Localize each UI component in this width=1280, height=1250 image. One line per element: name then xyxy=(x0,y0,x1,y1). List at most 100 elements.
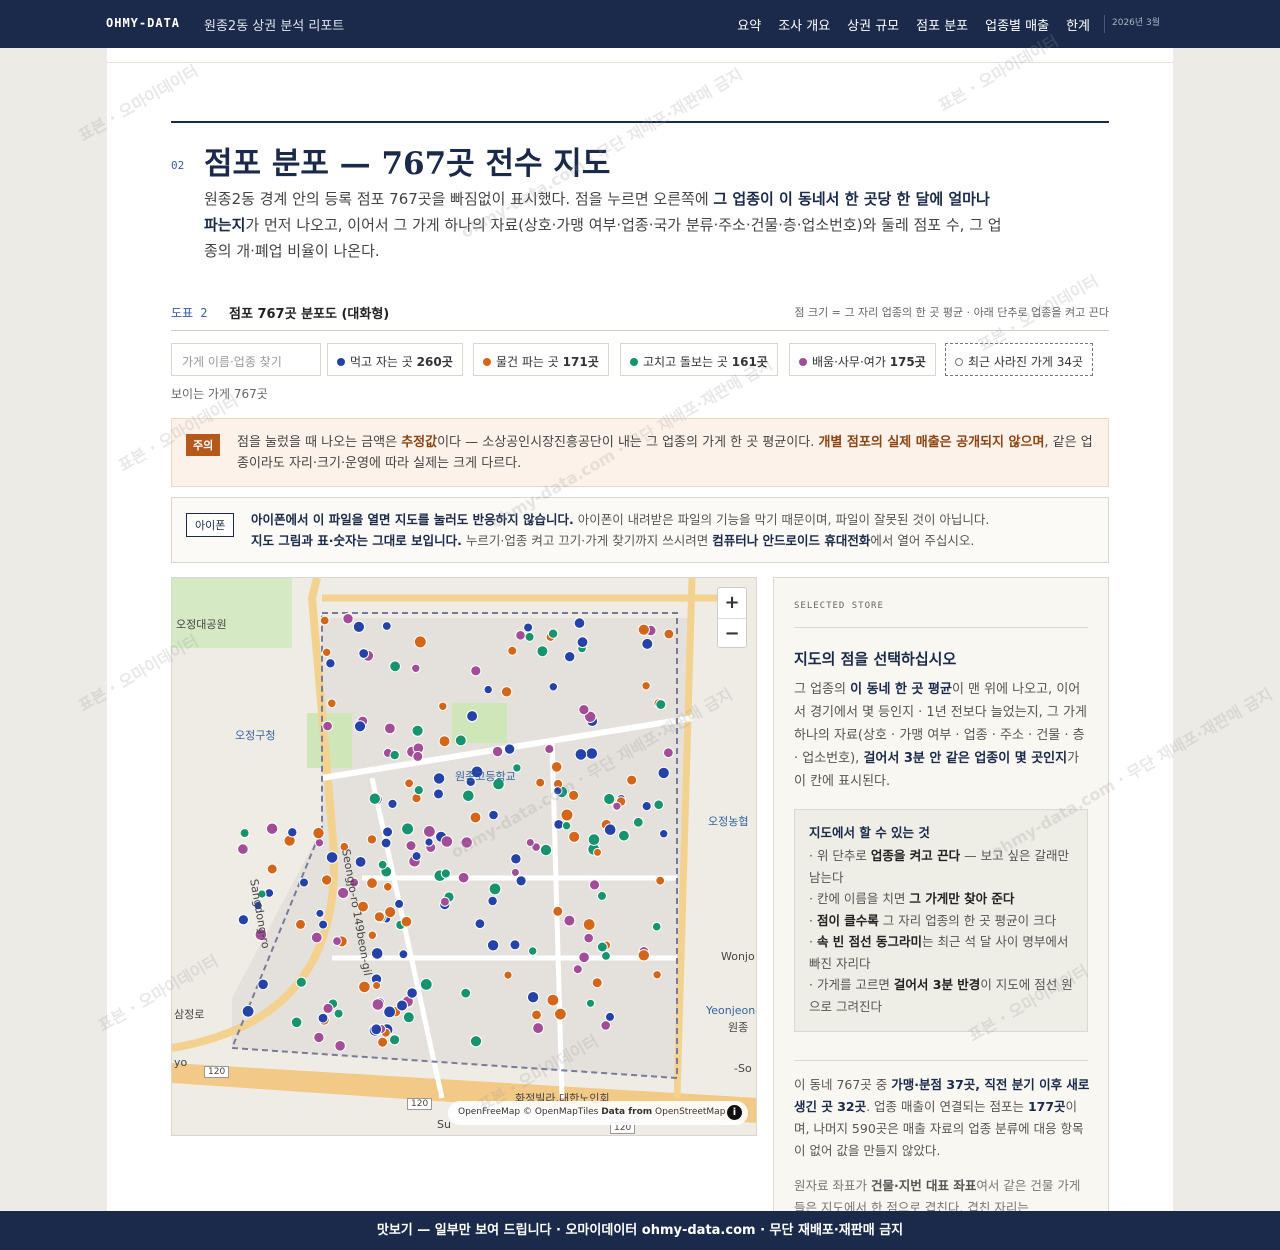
store-marker[interactable] xyxy=(503,743,516,755)
store-marker[interactable] xyxy=(600,1020,612,1031)
store-marker[interactable] xyxy=(352,620,365,634)
store-marker[interactable] xyxy=(237,914,250,926)
store-marker[interactable] xyxy=(523,622,534,633)
store-marker[interactable] xyxy=(564,651,576,663)
store-marker[interactable] xyxy=(295,918,306,930)
store-marker[interactable] xyxy=(411,663,421,674)
store-marker[interactable] xyxy=(657,766,670,780)
filter-chip-retail[interactable]: 물건 파는 곳 171곳 xyxy=(473,343,609,376)
store-marker[interactable] xyxy=(413,785,424,796)
store-marker[interactable] xyxy=(402,1011,415,1024)
store-marker[interactable] xyxy=(568,830,581,843)
brand-logo[interactable]: OHMY-DATA xyxy=(106,16,180,30)
store-marker[interactable] xyxy=(483,684,493,695)
map-canvas[interactable] xyxy=(172,578,757,1136)
store-marker[interactable] xyxy=(637,949,650,962)
store-marker[interactable] xyxy=(536,645,549,658)
filter-chip-closed[interactable]: 최근 사라진 가게 34곳 xyxy=(945,343,1094,376)
store-marker[interactable] xyxy=(509,939,521,951)
store-marker[interactable] xyxy=(396,999,408,1012)
store-marker[interactable] xyxy=(384,906,397,919)
store-marker[interactable] xyxy=(419,978,433,991)
filter-chip-food[interactable]: 먹고 자는 곳 260곳 xyxy=(327,343,463,376)
store-marker[interactable] xyxy=(266,863,278,875)
store-marker[interactable] xyxy=(544,744,555,754)
store-marker[interactable] xyxy=(433,788,444,800)
store-marker[interactable] xyxy=(553,786,563,796)
nav-link-size[interactable]: 상권 규모 xyxy=(847,15,899,34)
store-marker[interactable] xyxy=(382,826,394,838)
store-marker[interactable] xyxy=(596,941,608,953)
store-marker[interactable] xyxy=(366,834,378,845)
store-marker[interactable] xyxy=(424,837,434,847)
store-marker[interactable] xyxy=(568,789,580,801)
store-marker[interactable] xyxy=(332,936,342,947)
store-marker[interactable] xyxy=(474,918,486,930)
store-marker[interactable] xyxy=(487,895,498,907)
store-marker[interactable] xyxy=(317,1012,329,1024)
store-marker[interactable] xyxy=(535,777,546,788)
store-marker[interactable] xyxy=(554,1007,567,1021)
store-marker[interactable] xyxy=(368,792,382,805)
store-marker[interactable] xyxy=(319,615,330,626)
store-marker[interactable] xyxy=(358,980,371,994)
store-marker[interactable] xyxy=(412,750,424,762)
store-marker[interactable] xyxy=(384,722,396,735)
store-marker[interactable] xyxy=(653,799,665,810)
nav-link-overview[interactable]: 조사 개요 xyxy=(778,15,830,34)
info-icon[interactable]: i xyxy=(727,1105,742,1120)
nav-link-distribution[interactable]: 점포 분포 xyxy=(916,15,968,34)
store-marker[interactable] xyxy=(366,877,378,890)
store-marker[interactable] xyxy=(503,970,513,980)
store-marker[interactable] xyxy=(321,874,333,886)
store-marker[interactable] xyxy=(312,826,325,840)
store-map[interactable]: 오정대공원 오정구청 원종고등학교 오정농협 Sangdong-ro Seong… xyxy=(171,577,757,1136)
store-marker[interactable] xyxy=(510,867,520,877)
store-marker[interactable] xyxy=(314,838,325,848)
store-marker[interactable] xyxy=(400,915,413,928)
filter-chip-service[interactable]: 고치고 돌보는 곳 161곳 xyxy=(620,343,778,376)
store-marker[interactable] xyxy=(318,919,329,930)
store-marker[interactable] xyxy=(531,1009,542,1021)
zoom-in-button[interactable]: + xyxy=(718,588,746,618)
store-marker[interactable] xyxy=(585,747,599,760)
store-marker[interactable] xyxy=(469,1035,483,1048)
store-marker[interactable] xyxy=(241,1004,255,1018)
store-marker[interactable] xyxy=(572,964,583,975)
store-marker[interactable] xyxy=(588,879,601,891)
store-marker[interactable] xyxy=(655,875,666,886)
store-marker[interactable] xyxy=(290,1016,303,1029)
store-marker[interactable] xyxy=(389,660,402,673)
store-marker[interactable] xyxy=(295,976,307,988)
store-marker[interactable] xyxy=(641,637,654,650)
store-marker[interactable] xyxy=(322,720,333,732)
store-marker[interactable] xyxy=(404,778,415,789)
store-marker[interactable] xyxy=(587,833,601,846)
store-marker[interactable] xyxy=(663,628,675,640)
nav-link-sales[interactable]: 업종별 매출 xyxy=(985,15,1049,34)
store-marker[interactable] xyxy=(663,747,674,759)
store-marker[interactable] xyxy=(432,772,446,785)
store-marker[interactable] xyxy=(265,822,279,835)
store-marker[interactable] xyxy=(315,908,325,918)
store-marker[interactable] xyxy=(601,951,611,961)
store-marker[interactable] xyxy=(377,1036,389,1048)
store-marker[interactable] xyxy=(491,745,504,758)
store-marker[interactable] xyxy=(626,774,638,786)
filter-chip-education[interactable]: 배움·사무·여가 175곳 xyxy=(789,343,936,376)
store-marker[interactable] xyxy=(406,987,418,999)
store-marker[interactable] xyxy=(641,801,652,812)
store-marker[interactable] xyxy=(333,1008,344,1019)
store-marker[interactable] xyxy=(257,978,269,991)
store-marker[interactable] xyxy=(322,647,332,658)
store-marker[interactable] xyxy=(525,838,535,847)
store-marker[interactable] xyxy=(466,710,479,723)
store-marker[interactable] xyxy=(460,987,472,999)
store-marker[interactable] xyxy=(387,798,398,809)
store-marker[interactable] xyxy=(438,701,448,712)
store-marker[interactable] xyxy=(500,686,513,698)
store-marker[interactable] xyxy=(413,635,427,649)
store-marker[interactable] xyxy=(462,789,475,803)
store-marker[interactable] xyxy=(510,853,522,865)
store-marker[interactable] xyxy=(401,822,415,836)
